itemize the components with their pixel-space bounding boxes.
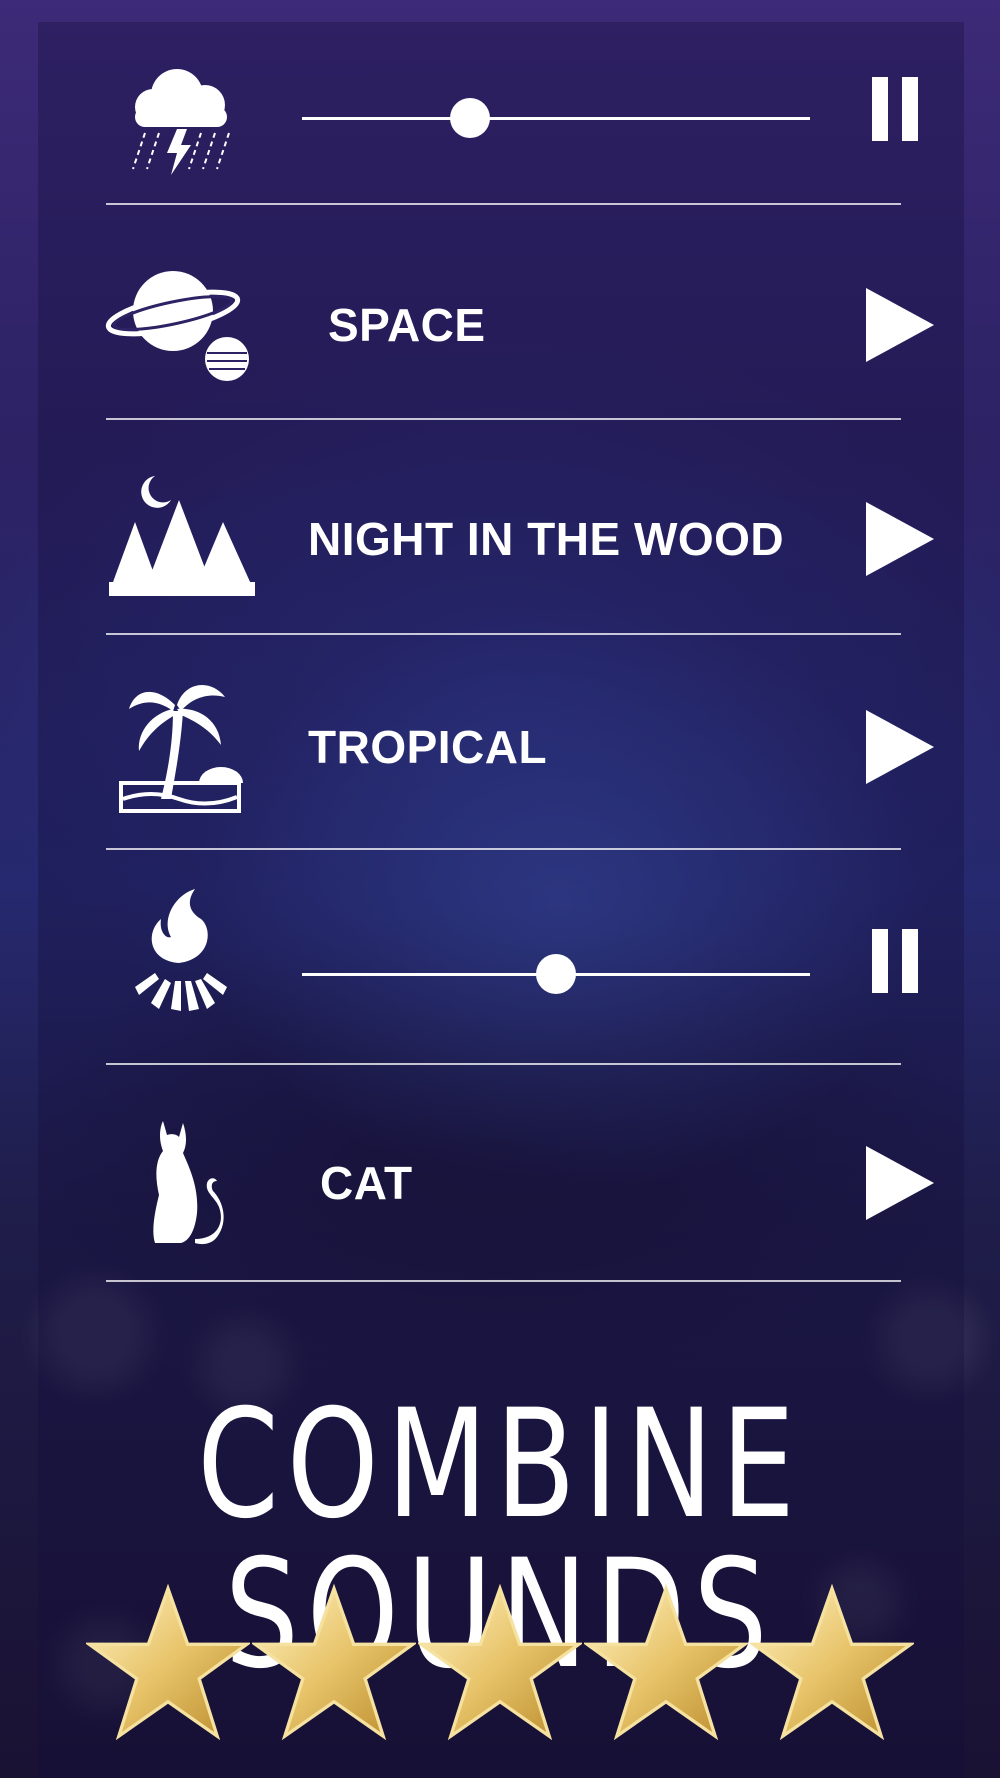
campfire-icon (100, 878, 260, 1028)
play-icon (866, 502, 934, 576)
play-button[interactable] (840, 1076, 950, 1290)
play-icon (866, 710, 934, 784)
slider-thumb[interactable] (449, 98, 490, 138)
star-icon (584, 1583, 748, 1741)
track-label: CAT (320, 1157, 413, 1209)
rating-stars (0, 1582, 1000, 1752)
volume-slider-campfire[interactable] (302, 954, 810, 994)
forest-moon-icon (100, 462, 260, 612)
pause-icon (872, 929, 918, 993)
play-button[interactable] (840, 432, 950, 646)
slider-track (302, 117, 810, 120)
thunderstorm-icon (100, 42, 260, 192)
track-label: TROPICAL (308, 721, 548, 773)
track-row-space[interactable]: SPACE (0, 218, 1000, 432)
play-button[interactable] (840, 640, 950, 854)
volume-slider-thunderstorm[interactable] (302, 98, 810, 138)
play-icon (866, 288, 934, 362)
track-row-night-in-the-wood[interactable]: NIGHT IN THE WOOD (0, 432, 1000, 646)
slider-thumb[interactable] (536, 954, 576, 994)
planet-icon (100, 248, 260, 398)
divider (106, 203, 901, 205)
cat-icon (100, 1106, 260, 1256)
divider (106, 1063, 901, 1065)
star-icon (750, 1583, 914, 1741)
track-row-campfire[interactable] (0, 848, 1000, 1062)
track-label: SPACE (328, 299, 486, 351)
pause-icon (872, 77, 918, 141)
track-row-thunderstorm[interactable] (0, 12, 1000, 226)
track-label: NIGHT IN THE WOOD (308, 513, 785, 565)
pause-button[interactable] (840, 854, 950, 1068)
pause-button[interactable] (840, 2, 950, 216)
play-icon (866, 1146, 934, 1220)
track-row-cat[interactable]: CAT (0, 1076, 1000, 1290)
divider (106, 633, 901, 635)
star-icon (252, 1583, 416, 1741)
divider (106, 1280, 901, 1282)
star-icon (86, 1583, 250, 1741)
play-button[interactable] (840, 218, 950, 432)
divider (106, 418, 901, 420)
star-icon (418, 1583, 582, 1741)
track-row-tropical[interactable]: TROPICAL (0, 640, 1000, 854)
palm-tree-icon (100, 670, 260, 820)
